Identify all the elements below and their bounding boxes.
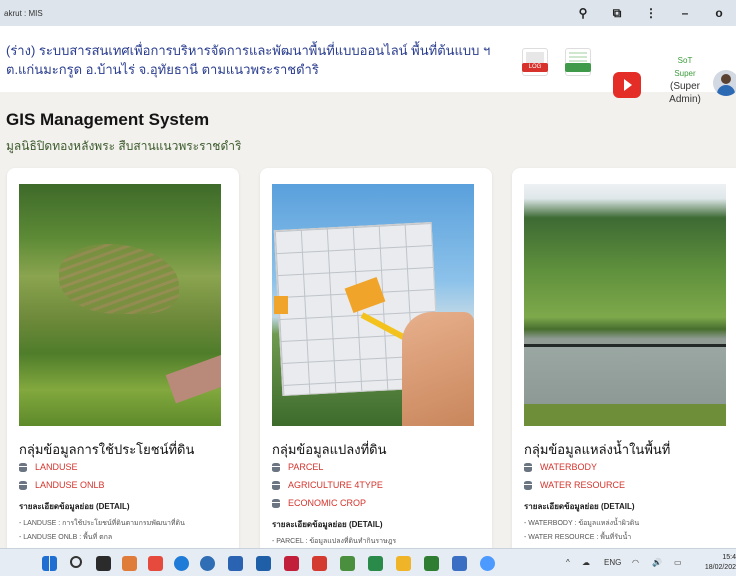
battery-icon[interactable]: ▭ bbox=[674, 558, 682, 567]
window-title: akrut : MIS bbox=[4, 8, 43, 18]
parcel-photo[interactable] bbox=[272, 184, 474, 426]
chevron-up-icon[interactable]: ^ bbox=[566, 558, 570, 567]
minimize-icon[interactable]: – bbox=[668, 0, 702, 26]
database-icon bbox=[272, 462, 280, 472]
database-icon bbox=[524, 480, 532, 490]
app-icon[interactable] bbox=[452, 556, 467, 571]
app-icon[interactable] bbox=[148, 556, 163, 571]
app-icon[interactable] bbox=[368, 556, 383, 571]
search-icon[interactable] bbox=[70, 556, 82, 568]
taskbar: ^ ☁ ENG ◠ 🔊 ▭ 15:4 18/02/202 bbox=[0, 548, 736, 576]
close-icon[interactable]: o bbox=[702, 0, 736, 26]
language-indicator[interactable]: ENG bbox=[604, 558, 621, 567]
detail-line: - WATERBODY : ข้อมูลแหล่งน้ำผิวดิน bbox=[524, 520, 640, 527]
app-icon[interactable] bbox=[228, 556, 243, 571]
search-icon[interactable]: ⚲ bbox=[566, 0, 600, 26]
card-title[interactable]: กลุ่มข้อมูลการใช้ประโยชน์ที่ดิน bbox=[19, 439, 194, 460]
layer-link-parcel[interactable]: PARCEL bbox=[272, 462, 323, 472]
browser-icon[interactable] bbox=[200, 556, 215, 571]
app-icon[interactable] bbox=[424, 556, 439, 571]
cloud-icon[interactable]: ☁ bbox=[582, 558, 590, 567]
avatar[interactable] bbox=[713, 70, 736, 96]
database-icon bbox=[19, 462, 27, 472]
volume-icon[interactable]: 🔊 bbox=[652, 558, 662, 567]
layer-link-agriculture-4type[interactable]: AGRICULTURE 4TYPE bbox=[272, 480, 383, 490]
edge-icon[interactable] bbox=[174, 556, 189, 571]
card-parcel[interactable]: กลุ่มข้อมูลแปลงที่ดิน PARCEL AGRICULTURE… bbox=[260, 168, 492, 558]
database-icon bbox=[272, 480, 280, 490]
clock-time: 15:4 bbox=[722, 554, 736, 561]
start-icon[interactable] bbox=[42, 556, 57, 571]
user-role: Super bbox=[674, 69, 696, 78]
layer-link-economic-crop[interactable]: ECONOMIC CROP bbox=[272, 498, 366, 508]
chrome-icon[interactable] bbox=[480, 556, 495, 571]
detail-line: - PARCEL : ข้อมูลแปลงที่ดินทำกินราษฎร bbox=[272, 538, 397, 545]
database-icon bbox=[524, 462, 532, 472]
app-header: (ร่าง) ระบบสารสนเทศเพื่อการบริหารจัดการแ… bbox=[0, 26, 736, 105]
user-name: SoT bbox=[677, 56, 693, 65]
layer-link-landuse[interactable]: LANDUSE bbox=[19, 462, 78, 472]
header-title-line1: (ร่าง) ระบบสารสนเทศเพื่อการบริหารจัดการแ… bbox=[6, 43, 491, 58]
spreadsheet-icon[interactable] bbox=[565, 48, 591, 76]
landuse-photo[interactable] bbox=[19, 184, 221, 426]
database-icon bbox=[19, 480, 27, 490]
detail-heading: รายละเอียดข้อมูลย่อย (DETAIL) bbox=[19, 502, 130, 511]
task-view-icon[interactable] bbox=[96, 556, 111, 571]
detail-heading: รายละเอียดข้อมูลย่อย (DETAIL) bbox=[524, 502, 635, 511]
header-title-line2: ต.แก่นมะกรูด อ.บ้านไร่ จ.อุทัยธานี ตามแน… bbox=[6, 62, 319, 77]
card-title[interactable]: กลุ่มข้อมูลแหล่งน้ำในพื้นที่ bbox=[524, 439, 670, 460]
water-photo[interactable] bbox=[524, 184, 726, 426]
clock-date: 18/02/202 bbox=[704, 564, 736, 571]
user-info[interactable]: SoT Super (Super Admin) bbox=[660, 54, 710, 106]
app-icon[interactable] bbox=[256, 556, 271, 571]
log-file-icon[interactable] bbox=[522, 48, 548, 76]
detail-line: - LANDUSE : การใช้ประโยชน์ที่ดินตามกรมพั… bbox=[19, 520, 185, 527]
database-icon bbox=[272, 498, 280, 508]
more-icon[interactable]: ⋮ bbox=[634, 0, 668, 26]
layer-link-landuse-onlb[interactable]: LANDUSE ONLB bbox=[19, 480, 105, 490]
card-title[interactable]: กลุ่มข้อมูลแปลงที่ดิน bbox=[272, 439, 386, 460]
wifi-icon[interactable]: ◠ bbox=[632, 558, 639, 567]
detail-line: - WATER RESOURCE : พื้นที่รับน้ำ bbox=[524, 534, 632, 541]
folder-icon[interactable] bbox=[396, 556, 411, 571]
clock[interactable]: 15:4 18/02/202 bbox=[694, 553, 736, 573]
detail-heading: รายละเอียดข้อมูลย่อย (DETAIL) bbox=[272, 520, 383, 529]
card-landuse[interactable]: กลุ่มข้อมูลการใช้ประโยชน์ที่ดิน LANDUSE … bbox=[7, 168, 239, 558]
user-role-full: (Super Admin) bbox=[669, 81, 701, 105]
app-icon[interactable] bbox=[340, 556, 355, 571]
youtube-icon[interactable] bbox=[613, 72, 641, 98]
detail-line: - LANDUSE ONLB : พื้นที่ ตกล bbox=[19, 534, 113, 541]
page-title: GIS Management System bbox=[6, 110, 210, 129]
card-water[interactable]: กลุ่มข้อมูลแหล่งน้ำในพื้นที่ WATERBODY W… bbox=[512, 168, 736, 558]
layer-link-waterbody[interactable]: WATERBODY bbox=[524, 462, 597, 472]
layer-link-water-resource[interactable]: WATER RESOURCE bbox=[524, 480, 625, 490]
app-icon[interactable] bbox=[122, 556, 137, 571]
extension-icon[interactable]: ⧉ bbox=[600, 0, 634, 26]
page-subtitle: มูลนิธิปิดทองหลังพระ สืบสานแนวพระราชดำริ bbox=[6, 139, 242, 153]
app-icon[interactable] bbox=[284, 556, 299, 571]
window-titlebar: akrut : MIS ⚲ ⧉ ⋮ – o bbox=[0, 0, 736, 26]
app-icon[interactable] bbox=[312, 556, 327, 571]
